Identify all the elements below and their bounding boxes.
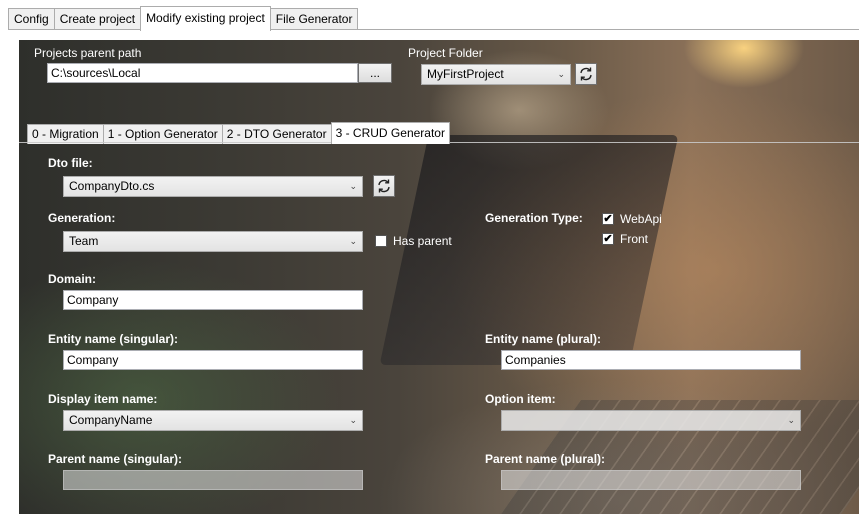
project-folder-select[interactable]: MyFirstProject ⌄ <box>421 64 571 85</box>
option-item-label: Option item: <box>485 392 556 406</box>
front-checkbox[interactable]: ✔ <box>602 233 614 245</box>
display-item-value: CompanyName <box>69 413 153 427</box>
domain-label: Domain: <box>48 272 96 286</box>
parent-singular-label: Parent name (singular): <box>48 452 183 466</box>
tab-dto-generator[interactable]: 2 - DTO Generator <box>221 124 332 144</box>
generator-tab-strip: 0 - Migration 1 - Option Generator 2 - D… <box>27 122 450 144</box>
option-item-select[interactable]: ⌄ <box>501 410 801 431</box>
webapi-checkbox[interactable]: ✔ <box>602 213 614 225</box>
entity-plural-label: Entity name (plural): <box>485 332 602 346</box>
tab-option-generator[interactable]: 1 - Option Generator <box>102 124 223 144</box>
browse-button[interactable]: ... <box>358 63 392 83</box>
display-item-select[interactable]: CompanyName ⌄ <box>63 410 363 431</box>
chevron-down-icon: ⌄ <box>349 415 357 425</box>
parent-plural-input[interactable] <box>501 470 801 490</box>
project-folder-label: Project Folder <box>408 46 483 60</box>
dto-file-value: CompanyDto.cs <box>69 179 155 193</box>
chevron-down-icon: ⌄ <box>349 181 357 191</box>
chevron-down-icon: ⌄ <box>349 236 357 246</box>
front-label: Front <box>620 232 649 246</box>
chevron-down-icon: ⌄ <box>787 415 795 425</box>
parent-plural-label: Parent name (plural): <box>485 452 606 466</box>
tab-create-project[interactable]: Create project <box>53 8 142 30</box>
parent-path-label: Projects parent path <box>34 46 142 60</box>
refresh-dto-button[interactable] <box>373 175 395 197</box>
tab-modify-existing-project[interactable]: Modify existing project <box>140 6 271 31</box>
generation-value: Team <box>69 234 99 248</box>
main-tab-strip: Config Create project Modify existing pr… <box>8 6 359 31</box>
tab-crud-generator[interactable]: 3 - CRUD Generator <box>330 122 450 144</box>
webapi-label: WebApi <box>620 212 662 226</box>
tab-migration[interactable]: 0 - Migration <box>27 124 104 144</box>
refresh-icon <box>378 179 390 193</box>
tab-strip-divider <box>8 29 859 30</box>
background-laptop-shape <box>379 135 679 365</box>
generation-select[interactable]: Team ⌄ <box>63 231 363 252</box>
entity-singular-label: Entity name (singular): <box>48 332 179 346</box>
project-folder-value: MyFirstProject <box>427 67 504 81</box>
domain-input[interactable]: Company <box>63 290 363 310</box>
parent-singular-input[interactable] <box>63 470 363 490</box>
display-item-label: Display item name: <box>48 392 158 406</box>
generation-type-label: Generation Type: <box>485 211 583 225</box>
chevron-down-icon: ⌄ <box>557 69 565 79</box>
generation-label: Generation: <box>48 211 116 225</box>
has-parent-checkbox[interactable] <box>375 235 387 247</box>
parent-path-input[interactable]: C:\sources\Local <box>47 63 358 83</box>
refresh-icon <box>580 67 592 81</box>
refresh-project-button[interactable] <box>575 63 597 85</box>
entity-singular-input[interactable]: Company <box>63 350 363 370</box>
dto-file-select[interactable]: CompanyDto.cs ⌄ <box>63 176 363 197</box>
tab-config[interactable]: Config <box>8 8 55 30</box>
has-parent-label: Has parent <box>393 234 452 248</box>
tab-file-generator[interactable]: File Generator <box>269 8 359 30</box>
modify-project-panel: Projects parent path C:\sources\Local ..… <box>19 40 859 514</box>
entity-plural-input[interactable]: Companies <box>501 350 801 370</box>
dto-file-label: Dto file: <box>48 156 93 170</box>
